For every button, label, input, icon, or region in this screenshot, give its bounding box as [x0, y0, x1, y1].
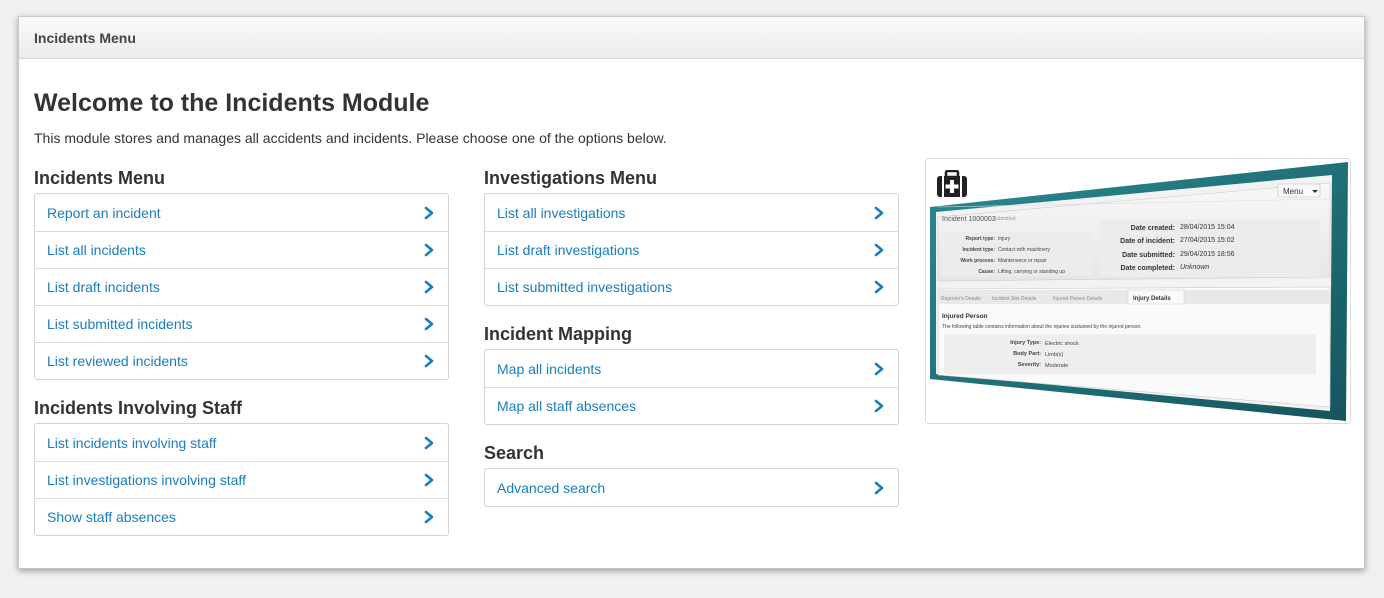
menu-item-label[interactable]: Show staff absences [47, 509, 176, 525]
menu-item-incidents-2[interactable]: List draft incidents [35, 268, 448, 305]
tab-reporter: Reporter's Details [941, 296, 981, 302]
tab-injury: Injury Details [1133, 296, 1171, 302]
injured-description: The following table contains information… [942, 324, 1142, 330]
date-incident-label: Date of incident: [1120, 238, 1175, 245]
menu-item-incidents-1[interactable]: List all incidents [35, 231, 448, 268]
tab-site: Incident Site Details [992, 296, 1037, 302]
chevron-right-icon [424, 206, 434, 219]
date-created-label: Date created: [1131, 225, 1175, 232]
menu-item-staff-2[interactable]: Show staff absences [35, 498, 448, 535]
staff-menu-title: Incidents Involving Staff [34, 398, 243, 418]
menu-item-label[interactable]: List reviewed incidents [47, 353, 188, 369]
injury-type-value: Electric shock [1045, 341, 1079, 347]
staff-menu-list: List incidents involving staff List inves… [34, 423, 449, 536]
menu-item-staff-0[interactable]: List incidents involving staff [35, 424, 448, 461]
panel-heading: Incidents Menu [19, 17, 1364, 59]
investigations-menu-list: List all investigations List draft invest… [484, 193, 899, 306]
menu-item-label[interactable]: List all incidents [47, 242, 146, 258]
menu-item-label[interactable]: List submitted investigations [497, 279, 672, 295]
menu-item-mapping-0[interactable]: Map all incidents [485, 350, 898, 387]
incident-status-text: Submitted [993, 216, 1016, 222]
date-completed-label: Date completed: [1121, 265, 1175, 272]
work-process-label: Work process: [960, 258, 995, 264]
menu-item-label[interactable]: List submitted incidents [47, 316, 193, 332]
chevron-right-icon [874, 362, 884, 375]
menu-item-incidents-0[interactable]: Report an incident [35, 194, 448, 231]
chevron-right-icon [874, 399, 884, 413]
search-menu-title: Search [484, 443, 545, 463]
menu-button-text: Menu [1283, 187, 1303, 196]
chevron-right-icon [874, 280, 884, 294]
report-type-value: Injury [998, 236, 1011, 242]
date-completed-value: Unknown [1180, 264, 1209, 271]
preview-image: Menu Incident 1000002 Submitted Report t… [925, 158, 1351, 424]
mapping-menu-list: Map all incidents Map all staff absences [484, 349, 899, 425]
menu-item-label[interactable]: Report an incident [47, 205, 161, 221]
body-part-value: Limb(s) [1045, 352, 1064, 358]
investigations-menu-title: Investigations Menu [484, 168, 658, 188]
injury-field-block [944, 334, 1316, 374]
incidents-panel: Incidents Menu Welcome to the Incidents … [18, 16, 1365, 569]
cause-label: Cause: [978, 269, 995, 275]
menu-item-label[interactable]: List all investigations [497, 205, 625, 221]
chevron-right-icon [874, 243, 884, 257]
menu-item-investigations-2[interactable]: List submitted investigations [485, 268, 898, 305]
menu-item-investigations-1[interactable]: List draft investigations [485, 231, 898, 268]
menu-item-label[interactable]: List draft investigations [497, 242, 639, 258]
injured-heading: Injured Person [942, 313, 988, 320]
cause-value: Lifting, carrying or standing up [998, 269, 1065, 275]
menu-item-mapping-1[interactable]: Map all staff absences [485, 387, 898, 424]
menu-item-label[interactable]: Advanced search [497, 480, 605, 496]
report-type-label: Report type: [966, 236, 996, 242]
chevron-right-icon [424, 436, 434, 449]
incidents-menu-title: Incidents Menu [34, 168, 166, 188]
chevron-right-icon [424, 354, 434, 368]
menu-item-investigations-0[interactable]: List all investigations [485, 194, 898, 231]
chevron-right-icon [874, 481, 884, 494]
incident-title-text: Incident 1000002 [942, 216, 996, 223]
incident-type-label: Incident type: [962, 247, 995, 253]
menu-item-label[interactable]: Map all staff absences [497, 398, 636, 414]
date-submitted-label: Date submitted: [1122, 252, 1175, 259]
chevron-right-icon [424, 243, 434, 257]
page-title: Welcome to the Incidents Module [34, 89, 430, 117]
intro-text: This module stores and manages all accid… [34, 130, 667, 146]
menu-item-label[interactable]: List draft incidents [47, 279, 160, 295]
search-menu-list: Advanced search [484, 468, 899, 507]
incident-screenshot-illustration: Menu Incident 1000002 Submitted Report t… [930, 162, 1348, 421]
chevron-right-icon [874, 206, 884, 219]
chevron-right-icon [424, 317, 434, 331]
tab-injured-person: Injured Person Details [1053, 296, 1103, 302]
menu-item-staff-1[interactable]: List investigations involving staff [35, 461, 448, 498]
menu-item-incidents-4[interactable]: List reviewed incidents [35, 342, 448, 379]
chevron-right-icon [424, 473, 434, 487]
incidents-menu-list: Report an incident List all incidents List… [34, 193, 449, 380]
chevron-right-icon [424, 280, 434, 294]
menu-item-search-0[interactable]: Advanced search [485, 469, 898, 506]
body-part-label: Body Part: [1013, 351, 1041, 357]
mapping-menu-title: Incident Mapping [484, 324, 632, 344]
date-submitted-value: 29/04/2015 18:56 [1180, 251, 1235, 258]
menu-item-label[interactable]: Map all incidents [497, 361, 601, 377]
work-process-value: Maintenance or repair [998, 258, 1047, 264]
menu-item-label[interactable]: List investigations involving staff [47, 472, 246, 488]
severity-label: Severity: [1018, 362, 1041, 368]
menu-item-label[interactable]: List incidents involving staff [47, 435, 216, 451]
first-aid-kit-icon [937, 170, 967, 197]
incident-type-value: Contact with machinery [998, 247, 1050, 253]
date-created-value: 28/04/2015 15:04 [1180, 224, 1235, 231]
menu-item-incidents-3[interactable]: List submitted incidents [35, 305, 448, 342]
severity-value: Moderate [1045, 363, 1068, 369]
date-incident-value: 27/04/2015 15:02 [1180, 237, 1235, 244]
chevron-right-icon [424, 510, 434, 524]
injury-type-label: Injury Type: [1010, 340, 1041, 346]
